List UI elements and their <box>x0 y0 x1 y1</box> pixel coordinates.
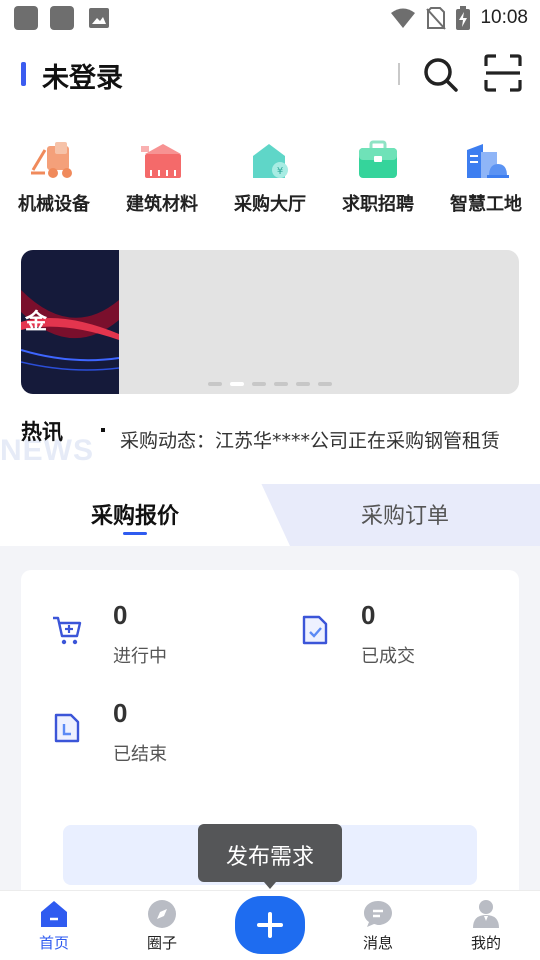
no-sim-icon <box>426 7 447 30</box>
nav-label: 首页 <box>38 934 69 952</box>
page-title[interactable]: 未登录 <box>42 56 123 95</box>
status-bar: 10:08 <box>0 0 540 36</box>
carousel-dot[interactable] <box>208 382 222 386</box>
home-icon <box>41 901 67 927</box>
carousel-dot[interactable] <box>274 382 288 386</box>
nav-profile[interactable]: 我的 <box>432 891 540 960</box>
banner-carousel[interactable]: 金 <box>21 250 519 394</box>
stat-in-progress[interactable]: 0 进行中 <box>51 600 251 670</box>
header: 未登录 <box>0 48 540 100</box>
user-icon <box>473 900 499 928</box>
notification-square-icon <box>50 6 74 30</box>
news-text[interactable]: 采购动态：江苏华****公司正在采购钢管租赁 <box>120 426 500 453</box>
tab-purchase-order[interactable]: 采购订单 <box>290 484 520 546</box>
nav-circle[interactable]: 圈子 <box>108 891 216 960</box>
banner-text: 金 <box>25 310 48 335</box>
briefcase-icon <box>359 140 397 178</box>
tooltip: 发布需求 <box>198 824 342 882</box>
stat-value: 0 <box>361 600 376 630</box>
tab-label: 采购报价 <box>90 504 179 529</box>
image-icon <box>89 8 109 28</box>
news-title: 热讯 <box>21 420 63 444</box>
nav-label: 圈子 <box>146 934 177 952</box>
news-separator <box>101 428 105 432</box>
category-recruitment[interactable]: 求职招聘 <box>324 140 432 216</box>
clock-time: 10:08 <box>480 7 528 28</box>
carousel-dot[interactable] <box>296 382 310 386</box>
category-label: 智慧工地 <box>450 194 522 215</box>
carousel-dot-active[interactable] <box>230 382 244 386</box>
category-smart-site[interactable]: 智慧工地 <box>432 140 540 216</box>
category-row: 机械设备 建筑材料 ¥ 采购大厅 求职招聘 智慧工地 <box>0 140 540 225</box>
wifi-icon <box>391 8 416 28</box>
stat-label: 已结束 <box>113 744 167 765</box>
battery-charging-icon <box>456 6 471 30</box>
nav-label: 消息 <box>362 934 393 952</box>
tooltip-arrow <box>264 882 276 889</box>
tooltip-text: 发布需求 <box>225 845 314 870</box>
hot-news-ticker[interactable]: NEWS 热讯 采购动态：江苏华****公司正在采购钢管租赁 <box>0 406 540 468</box>
stat-label: 进行中 <box>113 646 167 667</box>
category-label: 机械设备 <box>18 194 90 215</box>
stat-ended[interactable]: 0 已结束 <box>51 698 251 768</box>
scan-icon[interactable] <box>484 54 522 92</box>
category-machinery[interactable]: 机械设备 <box>0 140 108 216</box>
stat-completed[interactable]: 0 已成交 <box>299 600 499 670</box>
stat-value: 0 <box>113 600 128 630</box>
category-label: 建筑材料 <box>126 194 198 215</box>
building-materials-icon <box>141 144 181 178</box>
category-label: 采购大厅 <box>234 194 306 215</box>
notification-square-icon <box>14 6 38 30</box>
header-divider <box>398 63 400 85</box>
title-accent-bar <box>21 62 26 86</box>
smart-site-icon <box>467 144 509 178</box>
compass-icon <box>148 900 176 928</box>
stat-label: 已成交 <box>361 646 415 667</box>
nav-label: 我的 <box>470 934 501 952</box>
nav-home[interactable]: 首页 <box>0 891 108 960</box>
publish-fab-button[interactable] <box>235 896 305 954</box>
plus-icon <box>257 912 283 938</box>
forklift-icon <box>31 142 72 178</box>
document-corner-icon <box>54 713 80 743</box>
stat-value: 0 <box>113 698 128 728</box>
carousel-dot[interactable] <box>252 382 266 386</box>
category-procurement-hall[interactable]: ¥ 采购大厅 <box>216 140 324 216</box>
tab-purchase-quote[interactable]: 采购报价 <box>0 476 270 546</box>
category-label: 求职招聘 <box>342 194 414 215</box>
svg-text:¥: ¥ <box>277 166 283 177</box>
procurement-hall-icon: ¥ <box>253 144 288 178</box>
tab-bar: 采购报价 采购订单 <box>0 476 540 546</box>
tab-label: 采购订单 <box>360 504 449 529</box>
nav-messages[interactable]: 消息 <box>324 891 432 960</box>
tab-active-indicator <box>123 532 147 535</box>
carousel-dot[interactable] <box>318 382 332 386</box>
message-icon <box>364 901 392 927</box>
search-icon[interactable] <box>420 54 460 94</box>
carousel-indicator <box>208 382 332 386</box>
document-check-icon <box>302 615 328 645</box>
category-building-materials[interactable]: 建筑材料 <box>108 140 216 216</box>
cart-add-icon <box>53 616 82 645</box>
